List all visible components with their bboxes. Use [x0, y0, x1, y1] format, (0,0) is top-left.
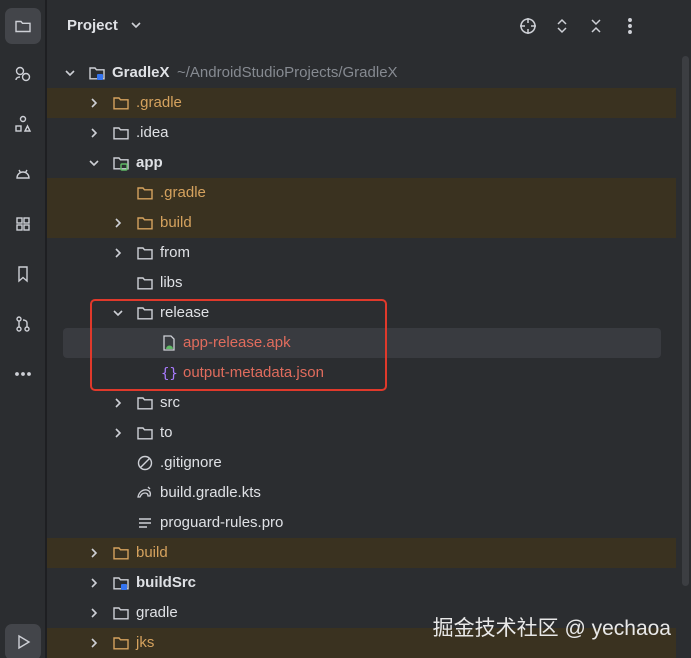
collapse-all-icon[interactable]	[586, 16, 606, 36]
folder-icon	[136, 274, 154, 292]
tree-row-build-gradle-kts[interactable]: build.gradle.kts	[47, 478, 676, 508]
chevron-down-icon[interactable]	[88, 156, 100, 170]
excluded-folder-icon	[112, 634, 130, 652]
folder-icon	[112, 604, 130, 622]
excluded-folder-icon	[112, 94, 130, 112]
tree-label: proguard-rules.pro	[160, 514, 284, 531]
tree-label: release	[160, 304, 210, 321]
chevron-right-icon[interactable]	[88, 96, 100, 110]
chevron-right-icon[interactable]	[88, 636, 100, 650]
folder-icon	[136, 244, 154, 262]
git-branch-icon[interactable]	[5, 306, 41, 342]
folder-icon	[136, 424, 154, 442]
chevron-right-icon[interactable]	[88, 576, 100, 590]
project-folder-icon[interactable]	[5, 8, 41, 44]
tree-label: GradleX	[112, 64, 170, 81]
ignore-file-icon	[136, 454, 154, 472]
chevron-right-icon[interactable]	[112, 216, 124, 230]
tree-label: from	[160, 244, 190, 261]
tree-row-idea[interactable]: .idea	[47, 118, 676, 148]
tree-label: build.gradle.kts	[160, 484, 261, 501]
apk-file-icon	[160, 334, 178, 352]
panel-title[interactable]: Project	[67, 17, 118, 34]
tree-row-release[interactable]: release	[47, 298, 676, 328]
tree-label: .gitignore	[160, 454, 222, 471]
more-horizontal-icon[interactable]	[5, 356, 41, 392]
tree-row-proguard[interactable]: proguard-rules.pro	[47, 508, 676, 538]
plugins-icon[interactable]	[5, 206, 41, 242]
android-module-folder-icon	[112, 154, 130, 172]
tree-row-libs[interactable]: libs	[47, 268, 676, 298]
tree-label: .gradle	[160, 184, 206, 201]
folder-icon	[136, 304, 154, 322]
panel-header: Project	[47, 0, 691, 52]
gradle-file-icon	[136, 484, 154, 502]
svg-text:{}: {}	[161, 366, 178, 382]
tree-label: output-metadata.json	[183, 364, 324, 381]
json-file-icon: {}	[160, 364, 178, 382]
module-folder-icon	[112, 574, 130, 592]
tree-label: .idea	[136, 124, 169, 141]
tree-row-buildsrc[interactable]: buildSrc	[47, 568, 676, 598]
tree-row-app-release-apk[interactable]: app-release.apk	[63, 328, 661, 358]
tree-label: app-release.apk	[183, 334, 291, 351]
watermark: 掘金技术社区 @ yechaoa	[432, 617, 671, 640]
excluded-folder-icon	[112, 544, 130, 562]
run-icon[interactable]	[5, 624, 41, 658]
project-panel: Project GradleX ~/AndroidStudioProjects/…	[47, 0, 691, 658]
tree-label: buildSrc	[136, 574, 197, 591]
tree-row-app[interactable]: app	[47, 148, 676, 178]
tree-label: libs	[160, 274, 183, 291]
chevron-right-icon[interactable]	[88, 606, 100, 620]
module-folder-icon	[88, 64, 106, 82]
tree-label: app	[136, 154, 163, 171]
tool-window-strip	[0, 0, 46, 658]
chevron-down-icon[interactable]	[112, 306, 124, 320]
bookmark-icon[interactable]	[5, 256, 41, 292]
tree-label: build	[160, 214, 192, 231]
android-icon[interactable]	[5, 156, 41, 192]
structure-icon[interactable]	[5, 106, 41, 142]
text-file-icon	[136, 514, 154, 532]
tree-row-app-build[interactable]: build	[47, 208, 676, 238]
chevron-right-icon[interactable]	[112, 246, 124, 260]
tree-row-gradlex[interactable]: GradleX ~/AndroidStudioProjects/GradleX	[47, 58, 676, 88]
excluded-folder-icon	[136, 214, 154, 232]
excluded-folder-icon	[136, 184, 154, 202]
project-path: ~/AndroidStudioProjects/GradleX	[177, 64, 398, 81]
tree-row-app-gradle[interactable]: .gradle	[47, 178, 676, 208]
expand-collapse-icon[interactable]	[552, 16, 572, 36]
tree-label: jks	[136, 634, 155, 651]
tree-row-src[interactable]: src	[47, 388, 676, 418]
tree-row-output-metadata[interactable]: {} output-metadata.json	[47, 358, 676, 388]
tree-row-to[interactable]: to	[47, 418, 676, 448]
folder-icon	[136, 394, 154, 412]
crosshair-icon[interactable]	[518, 16, 538, 36]
tree-label: to	[160, 424, 173, 441]
chevron-right-icon[interactable]	[88, 546, 100, 560]
tree-row-build[interactable]: build	[47, 538, 676, 568]
tree-scrollbar[interactable]	[682, 56, 689, 586]
chevron-right-icon[interactable]	[112, 426, 124, 440]
tree-row-gitignore[interactable]: .gitignore	[47, 448, 676, 478]
tree-label: gradle	[136, 604, 178, 621]
tree-label: src	[160, 394, 180, 411]
commit-icon[interactable]	[5, 56, 41, 92]
tree-label: .gradle	[136, 94, 182, 111]
chevron-down-icon[interactable]	[129, 17, 143, 33]
chevron-down-icon[interactable]	[64, 66, 76, 80]
folder-icon	[112, 124, 130, 142]
tree-label: build	[136, 544, 168, 561]
tree-row-from[interactable]: from	[47, 238, 676, 268]
more-vertical-icon[interactable]	[620, 16, 640, 36]
chevron-right-icon[interactable]	[88, 126, 100, 140]
chevron-right-icon[interactable]	[112, 396, 124, 410]
tree-row-gradle-hidden[interactable]: .gradle	[47, 88, 676, 118]
